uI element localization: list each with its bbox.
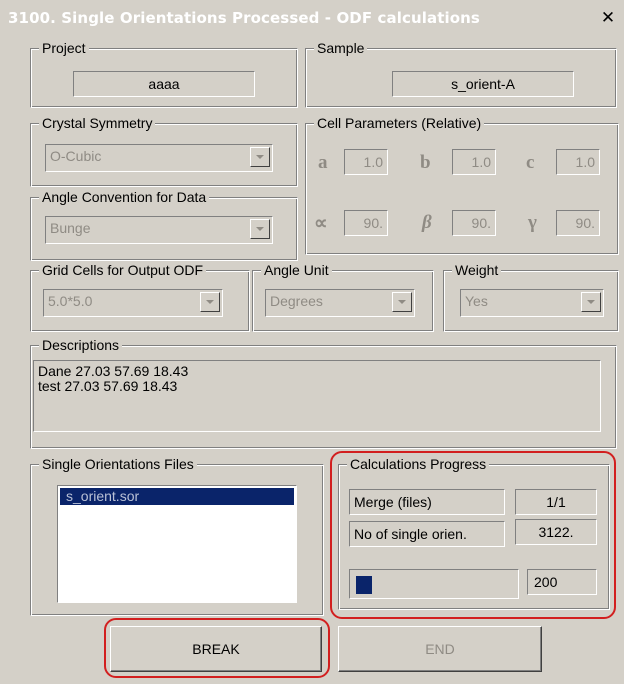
param-gamma-label: γ: [528, 212, 537, 233]
files-legend: Single Orientations Files: [39, 455, 197, 473]
annotation-highlight-progress: [330, 451, 616, 619]
project-group: Project aaaa: [30, 39, 298, 108]
angle-convention-group: Angle Convention for Data Bunge: [30, 188, 298, 261]
angle-unit-select[interactable]: Degrees: [265, 289, 415, 317]
descriptions-textarea[interactable]: Dane 27.03 57.69 18.43 test 27.03 57.69 …: [33, 360, 601, 432]
chevron-down-icon[interactable]: [200, 292, 220, 312]
title-bar: 3100. Single Orientations Processed - OD…: [0, 0, 624, 38]
grid-cells-select[interactable]: 5.0*5.0: [43, 289, 223, 317]
cell-parameters-legend: Cell Parameters (Relative): [314, 114, 485, 132]
dialog-window: 3100. Single Orientations Processed - OD…: [0, 0, 624, 684]
angle-convention-select[interactable]: Bunge: [45, 216, 273, 244]
grid-cells-value: 5.0*5.0: [48, 293, 93, 309]
angle-unit-group: Angle Unit Degrees: [252, 261, 434, 332]
grid-cells-group: Grid Cells for Output ODF 5.0*5.0: [30, 261, 250, 332]
chevron-down-icon[interactable]: [581, 292, 601, 312]
crystal-symmetry-legend: Crystal Symmetry: [39, 114, 156, 132]
param-beta-field[interactable]: 90.: [452, 210, 496, 236]
close-icon[interactable]: ✕: [598, 8, 618, 28]
param-gamma-field[interactable]: 90.: [556, 210, 600, 236]
files-group: Single Orientations Files s_orient.sor: [30, 455, 324, 616]
grid-cells-legend: Grid Cells for Output ODF: [39, 261, 207, 279]
param-c-field[interactable]: 1.0: [556, 149, 600, 175]
descriptions-legend: Descriptions: [39, 336, 123, 354]
end-button[interactable]: END: [338, 626, 542, 672]
description-line: test 27.03 57.69 18.43: [38, 378, 178, 394]
angle-convention-legend: Angle Convention for Data: [39, 188, 210, 206]
annotation-highlight-break: [104, 618, 330, 678]
angle-convention-value: Bunge: [50, 220, 91, 236]
param-c-label: c: [526, 152, 535, 173]
crystal-symmetry-value: O-Cubic: [50, 148, 102, 164]
crystal-symmetry-group: Crystal Symmetry O-Cubic: [30, 114, 298, 187]
files-listbox[interactable]: s_orient.sor: [57, 485, 297, 603]
descriptions-group: Descriptions Dane 27.03 57.69 18.43 test…: [30, 336, 617, 449]
window-title: 3100. Single Orientations Processed - OD…: [8, 9, 480, 27]
weight-value: Yes: [465, 293, 488, 309]
crystal-symmetry-select[interactable]: O-Cubic: [45, 144, 273, 172]
param-a-field[interactable]: 1.0: [344, 149, 388, 175]
chevron-down-icon[interactable]: [392, 292, 412, 312]
cell-parameters-group: Cell Parameters (Relative) a 1.0 b 1.0 c…: [305, 114, 619, 255]
sample-legend: Sample: [314, 39, 368, 57]
param-a-label: a: [318, 152, 328, 173]
project-field[interactable]: aaaa: [73, 71, 255, 97]
param-beta-label: β: [422, 212, 432, 233]
weight-select[interactable]: Yes: [460, 289, 604, 317]
weight-legend: Weight: [452, 261, 502, 279]
param-b-field[interactable]: 1.0: [452, 149, 496, 175]
param-b-label: b: [420, 152, 431, 173]
description-line: Dane 27.03 57.69 18.43: [38, 363, 189, 379]
sample-group: Sample s_orient-A: [305, 39, 617, 108]
sample-field[interactable]: s_orient-A: [392, 71, 574, 97]
weight-group: Weight Yes: [443, 261, 619, 332]
chevron-down-icon[interactable]: [250, 147, 270, 167]
project-legend: Project: [39, 39, 89, 57]
angle-unit-value: Degrees: [270, 293, 323, 309]
list-item[interactable]: s_orient.sor: [60, 488, 294, 505]
angle-unit-legend: Angle Unit: [261, 261, 332, 279]
param-alpha-label: ∝: [314, 213, 328, 234]
chevron-down-icon[interactable]: [250, 219, 270, 239]
param-alpha-field[interactable]: 90.: [344, 210, 388, 236]
